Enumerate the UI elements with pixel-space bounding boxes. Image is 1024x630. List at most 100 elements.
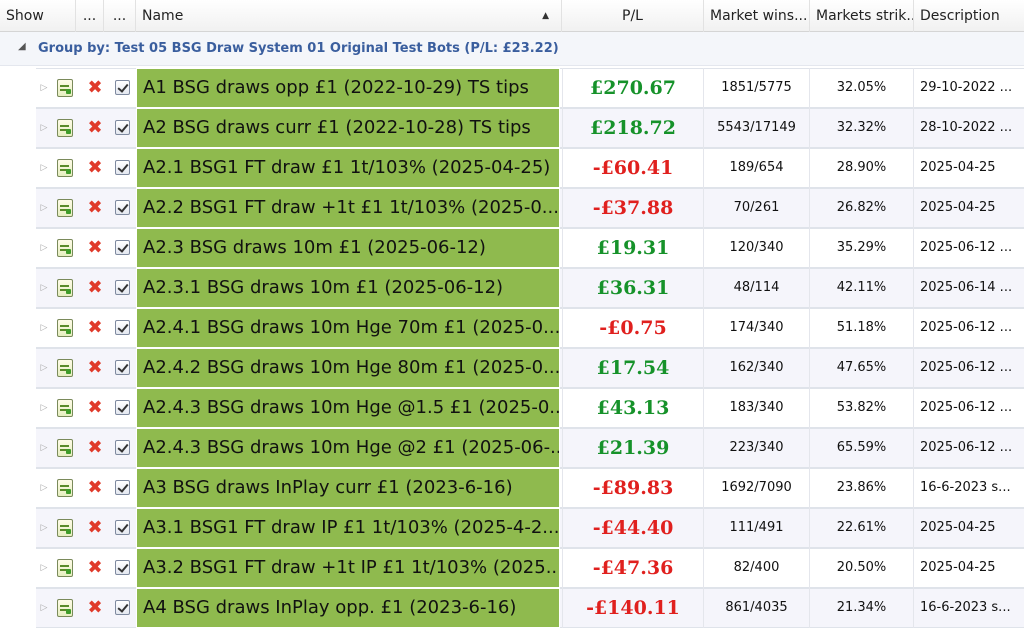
header-market-wins[interactable]: Market wins...: [704, 0, 810, 32]
delete-x-icon[interactable]: ✖: [84, 68, 106, 108]
show-checkbox[interactable]: [113, 108, 133, 148]
market-wins: 5543/17149: [704, 108, 810, 148]
table-row[interactable]: ▷ ✖ A2.3 BSG draws 10m £1 (2025-06-12) £19.…: [0, 228, 1024, 268]
collapse-triangle-icon[interactable]: ◢: [18, 41, 26, 52]
bot-name[interactable]: A3 BSG draws InPlay curr £1 (2023-6-16): [136, 468, 560, 508]
header-name[interactable]: Name ▲: [136, 0, 562, 32]
edit-document-icon[interactable]: [54, 188, 76, 228]
edit-document-icon[interactable]: [54, 68, 76, 108]
delete-x-icon[interactable]: ✖: [84, 228, 106, 268]
edit-document-icon[interactable]: [54, 588, 76, 628]
edit-document-icon[interactable]: [54, 308, 76, 348]
show-checkbox[interactable]: [113, 228, 133, 268]
delete-x-icon[interactable]: ✖: [84, 308, 106, 348]
edit-document-icon[interactable]: [54, 508, 76, 548]
delete-x-icon[interactable]: ✖: [84, 268, 106, 308]
header-pl[interactable]: P/L: [562, 0, 704, 32]
table-row[interactable]: ▷ ✖ A3.1 BSG1 FT draw IP £1 1t/103% (2025-…: [0, 508, 1024, 548]
table-row[interactable]: ▷ ✖ A4 BSG draws InPlay opp. £1 (2023-6-16…: [0, 588, 1024, 628]
table-row[interactable]: ▷ ✖ A3.2 BSG1 FT draw +1t IP £1 1t/103% (2…: [0, 548, 1024, 588]
header-col3[interactable]: ...: [104, 0, 136, 32]
show-checkbox[interactable]: [113, 68, 133, 108]
bot-name[interactable]: A2.2 BSG1 FT draw +1t £1 1t/103% (2025-0…: [136, 188, 560, 228]
bot-name[interactable]: A2 BSG draws curr £1 (2022-10-28) TS tip…: [136, 108, 560, 148]
bot-name[interactable]: A4 BSG draws InPlay opp. £1 (2023-6-16): [136, 588, 560, 628]
table-row[interactable]: ▷ ✖ A2.3.1 BSG draws 10m £1 (2025-06-12) £3…: [0, 268, 1024, 308]
delete-x-icon[interactable]: ✖: [84, 548, 106, 588]
edit-document-icon[interactable]: [54, 268, 76, 308]
delete-x-icon[interactable]: ✖: [84, 148, 106, 188]
delete-x-icon[interactable]: ✖: [84, 468, 106, 508]
edit-document-icon[interactable]: [54, 388, 76, 428]
bot-name[interactable]: A2.4.2 BSG draws 10m Hge 80m £1 (2025-0.…: [136, 348, 560, 388]
show-checkbox[interactable]: [113, 388, 133, 428]
table-row[interactable]: ▷ ✖ A2.2 BSG1 FT draw +1t £1 1t/103% (2025…: [0, 188, 1024, 228]
expander-arrow-icon[interactable]: ▷: [36, 268, 52, 308]
expander-arrow-icon[interactable]: ▷: [36, 548, 52, 588]
delete-x-icon[interactable]: ✖: [84, 428, 106, 468]
show-checkbox[interactable]: [113, 348, 133, 388]
expander-arrow-icon[interactable]: ▷: [36, 188, 52, 228]
expander-arrow-icon[interactable]: ▷: [36, 468, 52, 508]
expander-arrow-icon[interactable]: ▷: [36, 508, 52, 548]
expander-arrow-icon[interactable]: ▷: [36, 148, 52, 188]
edit-document-icon[interactable]: [54, 548, 76, 588]
expander-arrow-icon[interactable]: ▷: [36, 348, 52, 388]
bot-name[interactable]: A3.2 BSG1 FT draw +1t IP £1 1t/103% (202…: [136, 548, 560, 588]
bot-description: 16-6-2023 s...: [920, 600, 1011, 615]
expander-arrow-icon[interactable]: ▷: [36, 108, 52, 148]
delete-x-icon[interactable]: ✖: [84, 188, 106, 228]
edit-document-icon[interactable]: [54, 148, 76, 188]
checkbox-checked-icon: [115, 120, 130, 135]
delete-x-icon[interactable]: ✖: [84, 388, 106, 428]
table-row[interactable]: ▷ ✖ A3 BSG draws InPlay curr £1 (2023-6-16…: [0, 468, 1024, 508]
show-checkbox[interactable]: [113, 148, 133, 188]
table-row[interactable]: ▷ ✖ A2.4.3 BSG draws 10m Hge @2 £1 (2025-0…: [0, 428, 1024, 468]
edit-document-icon[interactable]: [54, 468, 76, 508]
header-show[interactable]: Show: [0, 0, 76, 32]
table-row[interactable]: ▷ ✖ A2.4.2 BSG draws 10m Hge 80m £1 (2025-…: [0, 348, 1024, 388]
table-row[interactable]: ▷ ✖ A2.4.3 BSG draws 10m Hge @1.5 £1 (2025…: [0, 388, 1024, 428]
edit-document-icon[interactable]: [54, 348, 76, 388]
table-row[interactable]: ▷ ✖ A2 BSG draws curr £1 (2022-10-28) TS t…: [0, 108, 1024, 148]
show-checkbox[interactable]: [113, 588, 133, 628]
bot-name[interactable]: A2.4.3 BSG draws 10m Hge @1.5 £1 (2025-0…: [136, 388, 560, 428]
table-row[interactable]: ▷ ✖ A2.4.1 BSG draws 10m Hge 70m £1 (2025-…: [0, 308, 1024, 348]
header-markets-strike[interactable]: Markets strik...: [810, 0, 914, 32]
show-checkbox[interactable]: [113, 188, 133, 228]
bot-name[interactable]: A2.1 BSG1 FT draw £1 1t/103% (2025-04-25…: [136, 148, 560, 188]
bot-name[interactable]: A2.4.3 BSG draws 10m Hge @2 £1 (2025-06-…: [136, 428, 560, 468]
edit-document-icon[interactable]: [54, 108, 76, 148]
delete-x-icon[interactable]: ✖: [84, 508, 106, 548]
expander-arrow-icon[interactable]: ▷: [36, 308, 52, 348]
show-checkbox[interactable]: [113, 268, 133, 308]
show-checkbox[interactable]: [113, 468, 133, 508]
table-row[interactable]: ▷ ✖ A1 BSG draws opp £1 (2022-10-29) TS ti…: [0, 68, 1024, 108]
expander-arrow-icon[interactable]: ▷: [36, 228, 52, 268]
expander-arrow-icon[interactable]: ▷: [36, 68, 52, 108]
group-row[interactable]: ◢ Group by: Test 05 BSG Draw System 01 O…: [0, 32, 1024, 66]
bot-name[interactable]: A2.4.1 BSG draws 10m Hge 70m £1 (2025-0.…: [136, 308, 560, 348]
expander-arrow-icon[interactable]: ▷: [36, 588, 52, 628]
expander-arrow-icon[interactable]: ▷: [36, 388, 52, 428]
edit-document-icon[interactable]: [54, 428, 76, 468]
show-checkbox[interactable]: [113, 308, 133, 348]
delete-x-icon[interactable]: ✖: [84, 588, 106, 628]
bot-name[interactable]: A1 BSG draws opp £1 (2022-10-29) TS tips: [136, 68, 560, 108]
delete-x-icon[interactable]: ✖: [84, 348, 106, 388]
header-description[interactable]: Description: [914, 0, 1024, 32]
bot-name[interactable]: A3.1 BSG1 FT draw IP £1 1t/103% (2025-4-…: [136, 508, 560, 548]
show-checkbox[interactable]: [113, 508, 133, 548]
bot-description: 2025-06-12 ...: [920, 400, 1013, 415]
show-checkbox[interactable]: [113, 548, 133, 588]
edit-document-icon[interactable]: [54, 228, 76, 268]
expander-arrow-icon[interactable]: ▷: [36, 428, 52, 468]
bot-name[interactable]: A2.3 BSG draws 10m £1 (2025-06-12): [136, 228, 560, 268]
header-col2[interactable]: ...: [76, 0, 104, 32]
show-checkbox[interactable]: [113, 428, 133, 468]
bot-description: 2025-06-12 ...: [920, 440, 1013, 455]
bot-name[interactable]: A2.3.1 BSG draws 10m £1 (2025-06-12): [136, 268, 560, 308]
delete-x-icon[interactable]: ✖: [84, 108, 106, 148]
table-row[interactable]: ▷ ✖ A2.1 BSG1 FT draw £1 1t/103% (2025-04-…: [0, 148, 1024, 188]
checkbox-checked-icon: [115, 280, 130, 295]
